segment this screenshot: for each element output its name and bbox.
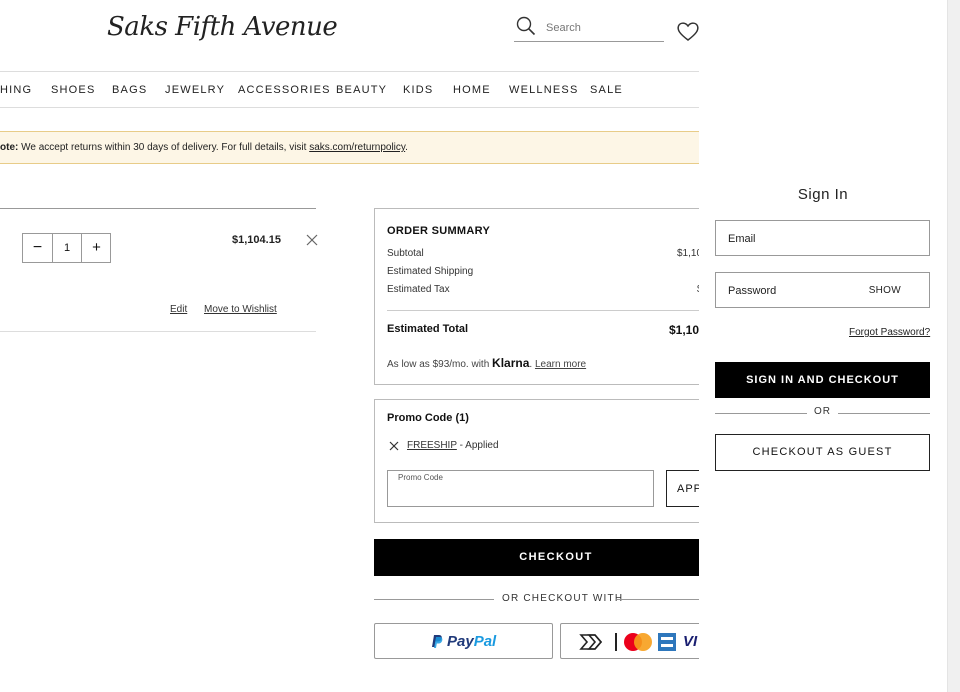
sign-in-panel: Sign In Email Password SHOW Forgot Passw… xyxy=(699,0,947,692)
password-field[interactable]: Password SHOW xyxy=(715,272,930,308)
scrollbar[interactable] xyxy=(947,0,960,692)
checkout-as-guest-button[interactable]: CHECKOUT AS GUEST xyxy=(715,434,930,471)
or-text: OR xyxy=(814,406,831,417)
email-placeholder: Email xyxy=(728,233,756,245)
sign-in-and-checkout-button[interactable]: SIGN IN AND CHECKOUT xyxy=(715,362,930,398)
email-field[interactable]: Email xyxy=(715,220,930,256)
or-line-right xyxy=(838,413,930,414)
show-password-button[interactable]: SHOW xyxy=(869,285,901,296)
sign-in-title: Sign In xyxy=(797,186,849,203)
forgot-password-link[interactable]: Forgot Password? xyxy=(849,327,930,338)
cart-page: Saks Fifth Avenue Search HING SHOES BAGS… xyxy=(0,0,960,692)
password-placeholder: Password xyxy=(728,285,777,297)
or-divider: OR xyxy=(715,406,930,420)
page-overlay xyxy=(0,0,700,692)
